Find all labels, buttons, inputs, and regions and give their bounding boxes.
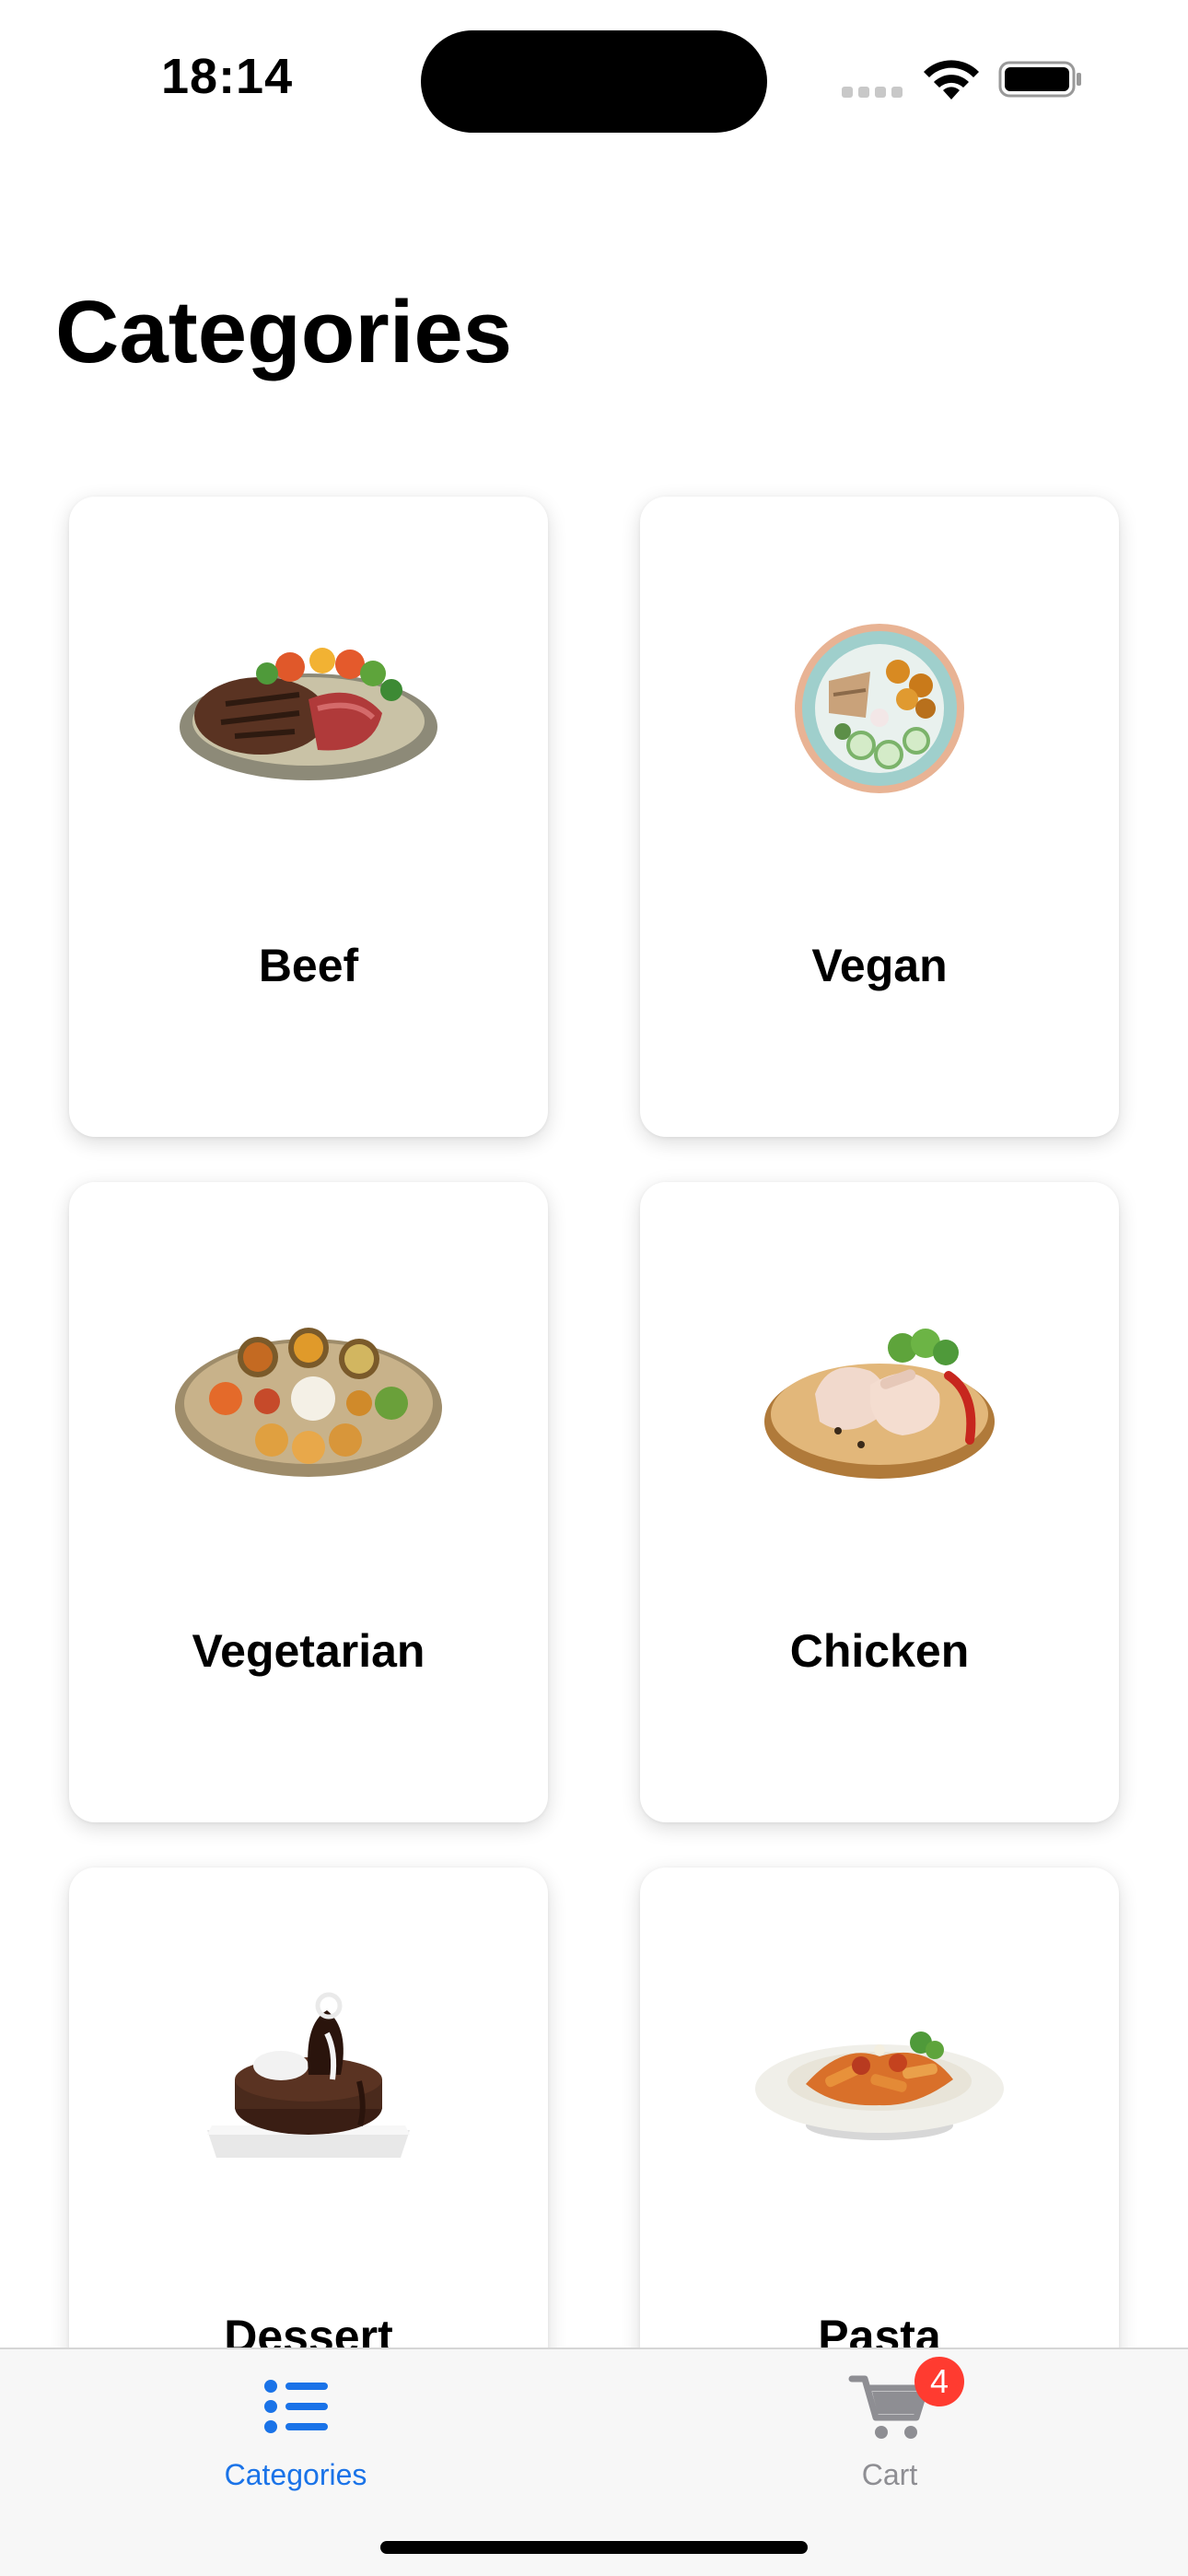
cart-count-badge: 4 (914, 2357, 964, 2406)
beef-steak-icon (180, 648, 437, 780)
category-grid: Beef Vegan Vegetarian Chicken Dessert Pa… (0, 0, 1188, 2576)
tab-categories-label: Categories (224, 2458, 367, 2491)
home-indicator (380, 2541, 808, 2554)
cart-icon-wrap: 4 (848, 2357, 964, 2443)
chicken-legs-icon (764, 1329, 995, 1479)
category-label: Vegan (811, 940, 948, 991)
tab-categories[interactable]: Categories (176, 2370, 415, 2508)
tab-cart[interactable]: 4 Cart (770, 2357, 1009, 2508)
category-card-chicken[interactable]: Chicken (640, 1182, 1119, 1822)
list-bullet-icon (264, 2380, 328, 2433)
tab-cart-label: Cart (861, 2458, 918, 2491)
app-screen: 18:14 Categories Beef Vegan Vegetarian C… (0, 0, 1188, 2576)
category-label: Vegetarian (192, 1625, 425, 1677)
category-card-beef[interactable]: Beef (69, 497, 548, 1137)
pasta-plate-icon (755, 2032, 1004, 2140)
category-label: Chicken (789, 1625, 970, 1677)
category-card-vegetarian[interactable]: Vegetarian (69, 1182, 548, 1822)
dessert-cake-icon (207, 1992, 410, 2158)
category-card-vegan[interactable]: Vegan (640, 497, 1119, 1137)
vegetarian-thali-icon (175, 1328, 442, 1477)
category-label: Beef (258, 940, 359, 991)
vegan-bowl-icon (795, 624, 964, 793)
